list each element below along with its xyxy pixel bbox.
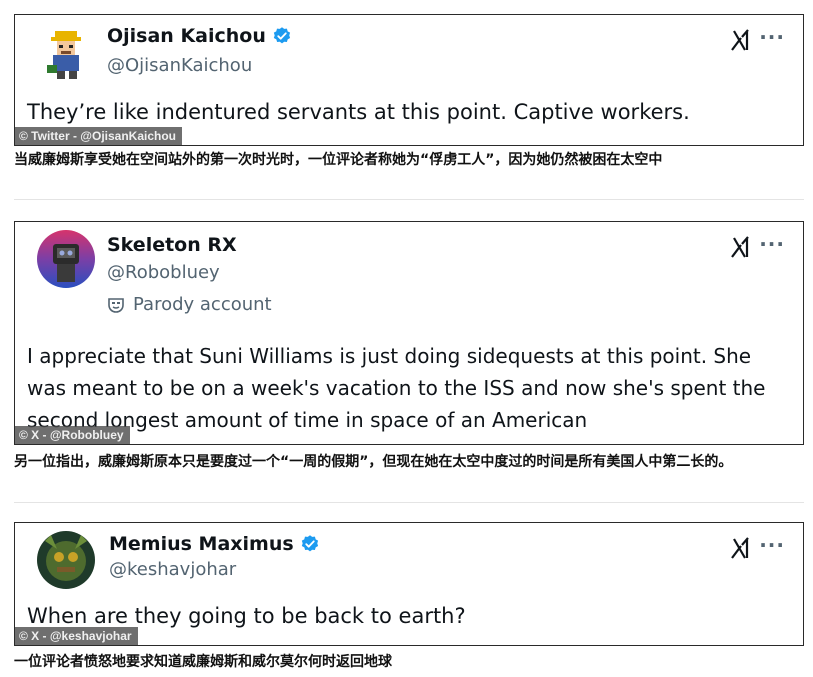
handle[interactable]: @OjisanKaichou	[107, 55, 252, 76]
more-options-icon[interactable]: ···	[759, 533, 785, 557]
avatar[interactable]	[37, 230, 95, 288]
display-name[interactable]: Skeleton RX	[107, 234, 237, 256]
display-name[interactable]: Memius Maximus	[109, 533, 320, 555]
verified-badge-icon	[301, 535, 318, 552]
display-name-text: Ojisan Kaichou	[107, 25, 266, 47]
x-logo-icon[interactable]	[731, 236, 751, 258]
parody-label: Parody account	[107, 294, 272, 315]
divider	[14, 502, 804, 503]
image-credit: © Twitter - @OjisanKaichou	[15, 127, 183, 145]
x-logo-icon[interactable]	[731, 537, 751, 559]
image-credit: © X - @keshavjohar	[15, 627, 138, 645]
handle[interactable]: @keshavjohar	[109, 559, 236, 580]
more-options-icon[interactable]: ···	[759, 25, 785, 49]
image-credit: © X - @Robobluey	[15, 426, 130, 444]
tweet-text: When are they going to be back to earth?	[27, 604, 466, 628]
tweet-text: They’re like indentured servants at this…	[27, 100, 690, 124]
tweet-card[interactable]: Ojisan Kaichou @OjisanKaichou ··· They’r…	[14, 14, 804, 146]
display-name-text: Skeleton RX	[107, 234, 237, 256]
avatar[interactable]	[37, 531, 95, 589]
pixel-avatar-icon	[37, 25, 95, 83]
handle[interactable]: @Robobluey	[107, 262, 220, 283]
avatar[interactable]	[37, 25, 95, 83]
x-logo-icon[interactable]	[731, 29, 751, 51]
verified-badge-icon	[273, 27, 290, 44]
divider	[14, 199, 804, 200]
tweet-card[interactable]: Memius Maximus @keshavjohar ··· When are…	[14, 522, 804, 646]
parody-label-text: Parody account	[133, 294, 272, 315]
tweet-card[interactable]: Skeleton RX @Robobluey Parody account ··…	[14, 221, 804, 445]
character-avatar-icon	[37, 531, 95, 589]
caption: 当威廉姆斯享受她在空间站外的第一次时光时，一位评论者称她为“俘虏工人”，因为她仍…	[14, 152, 663, 168]
caption: 另一位指出，威廉姆斯原本只是要度过一个“一周的假期”，但现在她在太空中度过的时间…	[14, 454, 733, 470]
caption: 一位评论者愤怒地要求知道威廉姆斯和威尔莫尔何时返回地球	[14, 654, 392, 670]
display-name-text: Memius Maximus	[109, 533, 294, 555]
robot-avatar-icon	[37, 230, 95, 288]
display-name[interactable]: Ojisan Kaichou	[107, 25, 292, 47]
tweet-text: I appreciate that Suni Williams is just …	[27, 344, 766, 432]
more-options-icon[interactable]: ···	[759, 232, 785, 256]
parody-mask-icon	[108, 297, 124, 313]
